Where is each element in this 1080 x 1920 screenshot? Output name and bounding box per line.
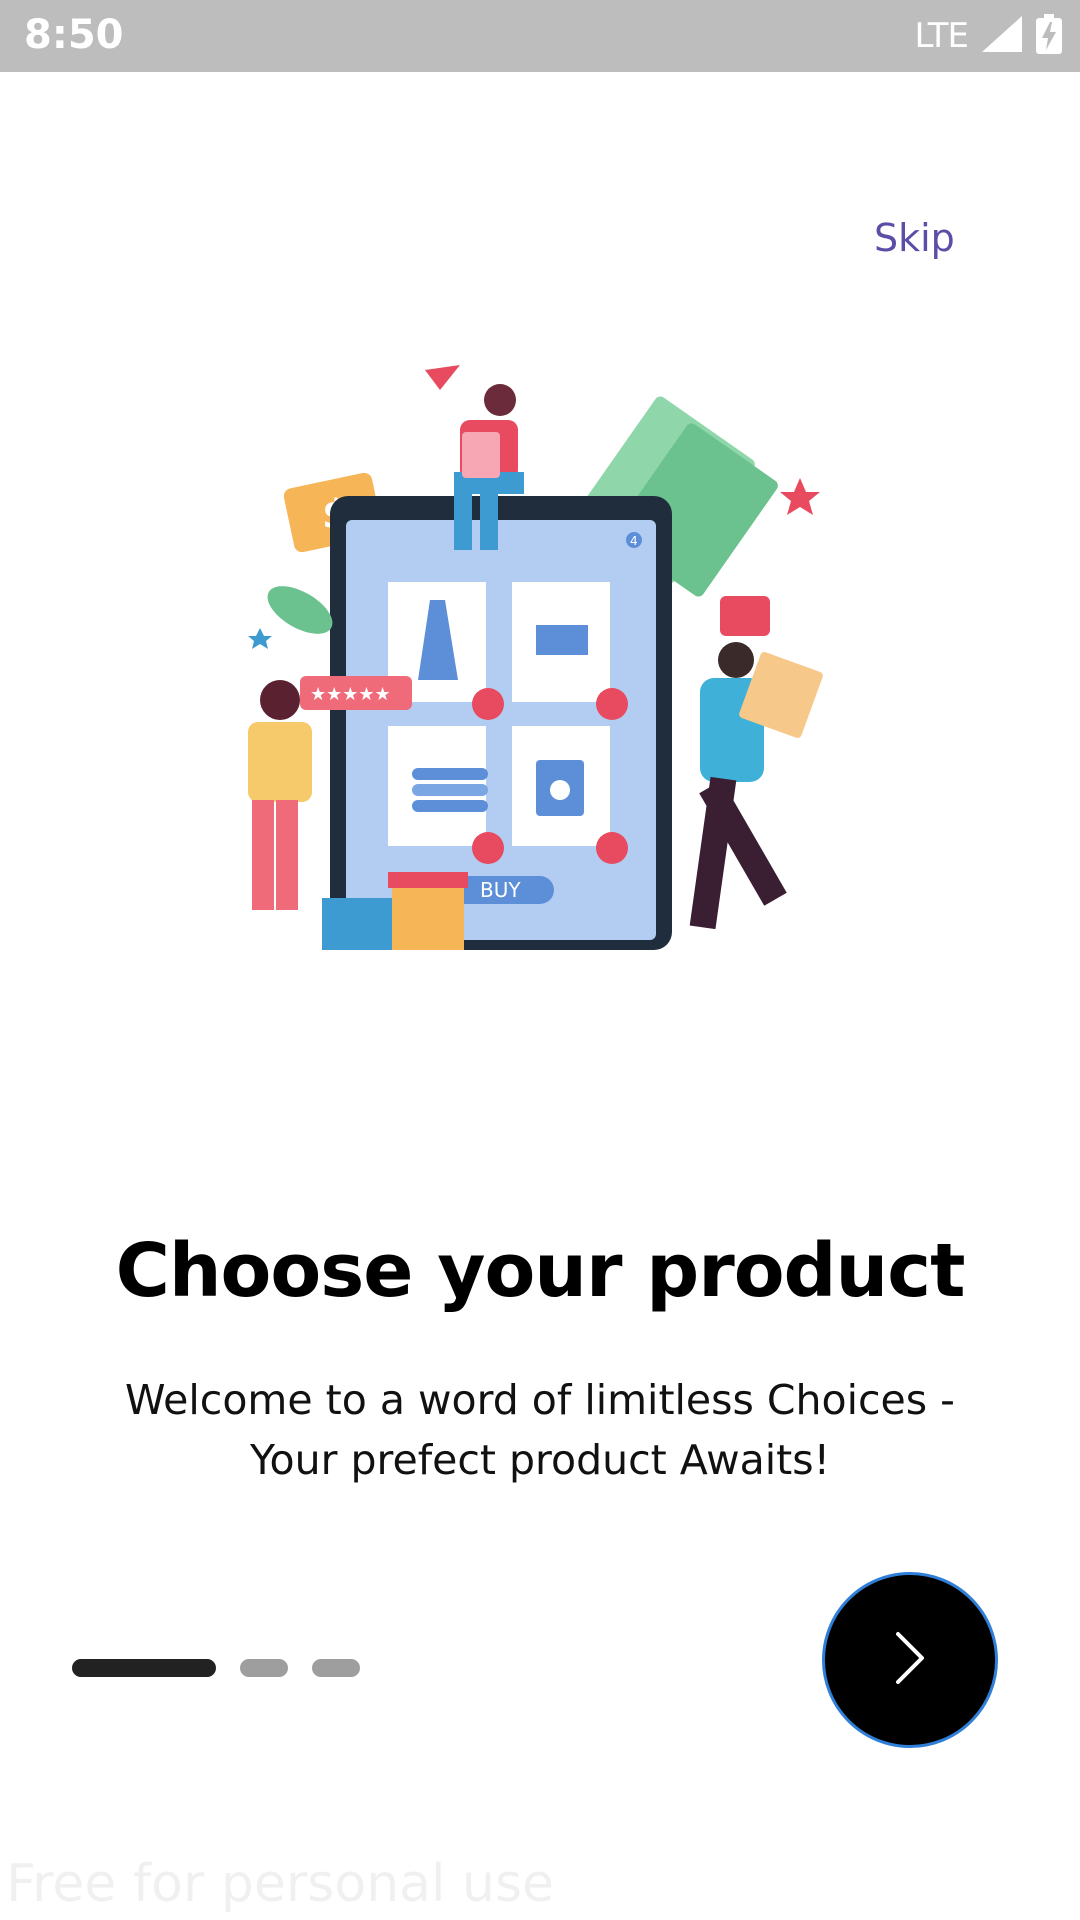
page-subtitle: Welcome to a word of limitless Choices -… xyxy=(60,1370,1020,1490)
signal-icon xyxy=(982,15,1022,57)
page-dot xyxy=(240,1659,288,1677)
page-title: Choose your product xyxy=(115,1228,966,1314)
subtitle-line-2: Your prefect product Awaits! xyxy=(249,1436,831,1484)
onboarding-illustration: $ BUY 4 xyxy=(200,360,880,960)
next-button[interactable] xyxy=(822,1572,998,1748)
status-bar: 8:50 LTE xyxy=(0,0,1080,72)
page-dot xyxy=(312,1659,360,1677)
watermark: Free for personal use xyxy=(6,1854,555,1914)
illustration-buy-label: BUY xyxy=(480,878,521,902)
battery-charging-icon xyxy=(1036,13,1062,59)
status-icons: LTE xyxy=(914,12,1062,60)
status-time: 8:50 xyxy=(24,12,124,58)
subtitle-line-1: Welcome to a word of limitless Choices - xyxy=(125,1376,955,1424)
network-type: LTE xyxy=(914,16,969,56)
svg-text:★★★★★: ★★★★★ xyxy=(310,684,391,705)
chevron-right-icon xyxy=(890,1628,930,1693)
page-dot-active xyxy=(72,1659,216,1677)
cart-badge: 4 xyxy=(630,534,638,548)
skip-button[interactable]: Skip xyxy=(874,216,955,260)
